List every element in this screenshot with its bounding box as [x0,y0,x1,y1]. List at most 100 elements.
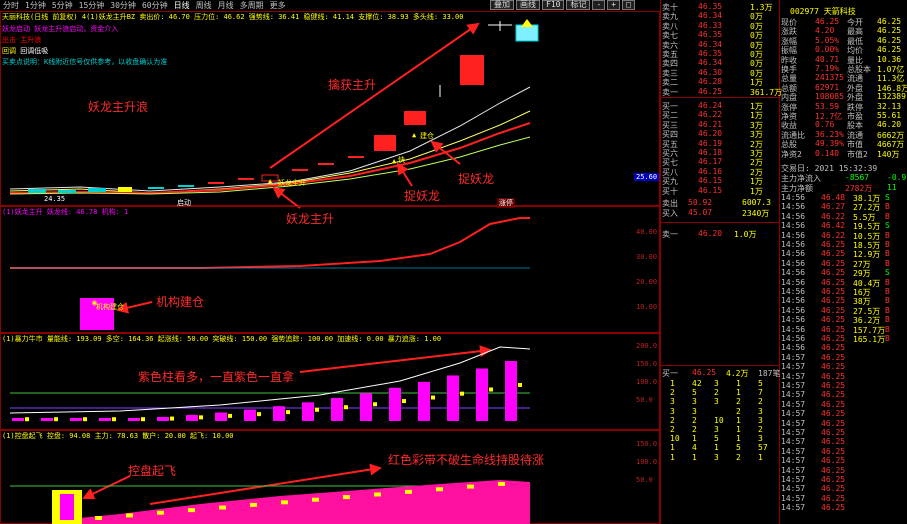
tick-flag: B [885,287,890,296]
tick-time: 14:57 [781,428,806,437]
tick-time: 14:57 [781,390,806,400]
ind2-marker [373,402,377,407]
stat-value-2: 46.25 [877,17,902,26]
period-tab[interactable]: 5分钟 [49,0,76,11]
stat-value-2: 10.36 [877,54,902,64]
queue-cell: 2 [714,388,719,398]
ind3-marker [312,497,319,502]
queue-cell: 10 [670,434,680,444]
candle [178,185,194,187]
ind2-bar [389,387,401,421]
buy-qty: 2340万 [742,209,770,218]
queue-cell: 2 [670,425,675,434]
ind2-bar [128,418,140,421]
right-panel-divider [660,0,661,524]
ind2-tick: 150.0 [636,360,658,368]
ind2-bar [447,375,459,421]
tick-time: 14:57 [781,484,806,494]
ind3-marker [281,500,288,505]
bid-price: 46.20 [698,129,723,139]
queue-cell: 10 [714,415,724,425]
queue-name: 买一 [662,369,678,378]
ind2-marker [402,399,406,404]
toolbar-button[interactable]: - [592,0,606,10]
tick-price: 46.25 [821,437,846,447]
toolbar-button[interactable]: F10 [542,0,565,10]
tick-price: 46.25 [821,465,846,475]
stat-value: 46.25 [815,17,840,26]
stat-value: 40.71 [815,54,840,64]
ind2-marker [315,407,319,412]
tick-time: 14:56 [781,287,806,296]
tick-price: 46.22 [821,211,846,221]
ind2-tick: 50.0 [636,396,653,404]
period-tab[interactable]: 30分钟 [107,0,139,11]
ask-price: 46.34 [698,58,723,68]
candle [28,189,46,193]
period-tab[interactable]: 更多 [267,0,289,11]
queue-cell: 1 [714,443,719,453]
ind3-marker [498,482,505,486]
period-tab[interactable]: 月线 [215,0,237,11]
ind2-marker [141,417,145,422]
ind3-marker [467,484,474,489]
stat-value: 53.59 [815,101,840,111]
candle [374,135,396,151]
mid-sep [660,222,780,223]
period-tab[interactable]: 1分钟 [22,0,49,11]
candle [292,169,308,171]
period-tab[interactable]: 周线 [193,0,215,11]
queue-cell: 57 [758,443,768,453]
tick-price: 46.25 [821,493,846,503]
period-tab[interactable]: 分时 [0,0,22,11]
stat-value-2: 46.25 [877,45,902,55]
tick-time: 14:57 [781,371,806,381]
period-tab[interactable]: 15分钟 [76,0,108,11]
ind1-tick: 30.00 [636,253,658,261]
queue-cell: 3 [714,379,719,388]
stat-value: 7.19% [815,64,840,73]
ask-price: 46.34 [698,11,723,21]
tick-price: 46.25 [821,418,846,428]
ind2-bar [360,393,372,421]
stat-value: 0.00% [815,45,840,55]
queue-count: 187笔 [758,369,781,378]
tick-time: 14:57 [781,493,806,503]
tick-price: 46.42 [821,221,846,231]
tick-flag: S [885,268,890,278]
bid-price: 46.24 [698,101,723,110]
tick-time: 14:57 [781,352,806,362]
ind3-magenta-bar [60,494,74,520]
toolbar-button[interactable]: 标记 [566,0,591,10]
tick-price: 46.25 [821,446,846,456]
ind2-marker [286,410,290,415]
ind3-marker [188,508,195,513]
toolbar-button[interactable]: + [607,0,621,10]
tick-time: 14:56 [781,296,806,306]
stat-value-2: 32.13 [877,101,902,111]
tick-time: 14:56 [781,277,806,287]
tick-price: 46.25 [821,305,846,315]
tick-time: 14:56 [781,268,806,278]
toolbar-button[interactable]: 叠加 [490,0,514,10]
bid-price: 46.15 [698,176,723,186]
tick-price: 46.25 [821,399,846,409]
tick-time: 14:57 [781,362,806,372]
tick-price: 46.25 [821,362,846,372]
period-tab[interactable]: 多周期 [237,0,267,11]
period-tab[interactable]: 60分钟 [139,0,171,11]
tick-time: 14:56 [781,305,806,315]
period-tab[interactable]: 日线 [171,0,193,11]
tick-price: 46.27 [821,202,846,212]
toolbar-button[interactable]: □ [622,0,635,10]
stat-value: 49.39% [815,139,844,149]
tick-price: 46.25 [821,315,846,325]
right-panel-divider-2 [779,0,780,524]
tick-time: 14:57 [781,503,806,513]
tick-time: 14:56 [781,343,806,353]
queue-cell: 1 [736,425,741,434]
inst-box-icon: ◉ [92,298,97,307]
toolbar-button[interactable]: 画线 [516,0,540,10]
tick-flag: B [885,230,890,240]
queue-cell: 3 [670,406,675,416]
